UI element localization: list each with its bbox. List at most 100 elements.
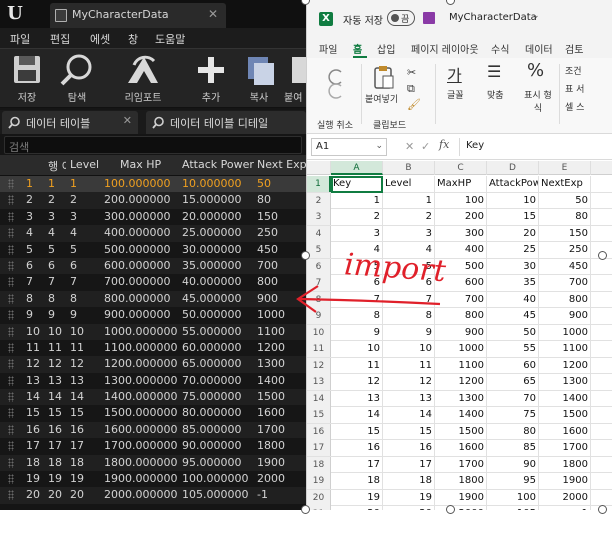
column-header-a[interactable]: A — [331, 161, 383, 175]
table-cell[interactable]: 45 — [487, 308, 539, 324]
table-cell[interactable]: 8 — [383, 308, 435, 324]
conditional-format-button[interactable]: 조건 — [565, 64, 582, 77]
font-icon[interactable]: 가 — [447, 62, 462, 86]
table-cell[interactable]: Key — [331, 176, 383, 192]
column-header-d[interactable]: D — [487, 161, 539, 175]
row-header[interactable]: 20 — [307, 489, 331, 506]
table-cell[interactable]: 1700 — [539, 440, 591, 456]
drag-handle-icon[interactable] — [8, 293, 14, 304]
save-button[interactable]: 저장 — [2, 53, 52, 105]
table-row[interactable]: 6 6 6 600.000000 35.000000 700 — [0, 257, 306, 275]
table-cell[interactable]: 800 — [539, 291, 591, 308]
row-header[interactable]: 1 — [307, 176, 331, 192]
table-cell[interactable]: 700 — [435, 291, 487, 308]
row-header[interactable]: 15 — [307, 407, 331, 423]
table-cell[interactable]: 100 — [435, 192, 487, 209]
table-cell[interactable]: 1900 — [539, 473, 591, 489]
table-cell[interactable]: 35 — [487, 275, 539, 291]
column-header-max-hp[interactable]: Max HP — [120, 158, 161, 171]
formula-input[interactable]: Key — [459, 138, 609, 156]
table-cell[interactable]: 1200 — [435, 374, 487, 390]
table-cell[interactable]: 1600 — [435, 440, 487, 456]
table-cell[interactable]: 15 — [487, 209, 539, 225]
table-cell[interactable]: 1000 — [539, 324, 591, 341]
table-cell[interactable]: 3 — [331, 225, 383, 242]
table-cell[interactable]: 16 — [331, 440, 383, 456]
table-row[interactable]: 17 17 17 1700.000000 90.000000 1800 — [0, 438, 306, 455]
table-row[interactable]: 4 4 4 400.000000 25.000000 250 — [0, 225, 306, 242]
table-cell[interactable]: 1 — [331, 192, 383, 209]
row-header[interactable]: 13 — [307, 374, 331, 390]
table-cell[interactable]: 9 — [331, 324, 383, 341]
table-cell[interactable]: 10 — [487, 192, 539, 209]
table-cell[interactable]: 2 — [383, 209, 435, 225]
drag-handle-icon[interactable] — [8, 228, 14, 239]
table-cell[interactable]: 19 — [383, 489, 435, 506]
paste-button[interactable]: 붙여 — [278, 53, 306, 105]
tab-file[interactable]: 파일 — [319, 41, 337, 56]
search-input[interactable]: 검색 — [4, 136, 302, 154]
table-cell[interactable]: 8 — [331, 308, 383, 324]
column-header-c[interactable]: C — [435, 161, 487, 175]
table-cell[interactable]: 40 — [487, 291, 539, 308]
table-cell[interactable]: MaxHP — [435, 176, 487, 192]
chevron-down-icon[interactable]: ⌄ — [532, 11, 540, 21]
autosave-toggle[interactable]: 끔 — [387, 10, 415, 26]
table-cell[interactable]: 900 — [435, 324, 487, 341]
table-cell[interactable]: 1300 — [539, 374, 591, 390]
drag-handle-icon[interactable] — [8, 375, 14, 386]
table-cell[interactable]: 80 — [487, 423, 539, 440]
drag-handle-icon[interactable] — [8, 211, 14, 222]
table-cell[interactable]: 1100 — [539, 341, 591, 357]
save-icon[interactable] — [423, 12, 435, 24]
table-cell[interactable]: 100 — [487, 489, 539, 506]
table-cell[interactable]: 14 — [331, 407, 383, 423]
row-header[interactable]: 5 — [307, 242, 331, 258]
table-cell[interactable]: 800 — [435, 308, 487, 324]
asset-tab[interactable]: MyCharacterData ✕ — [50, 3, 226, 28]
menu-file[interactable]: 파일 — [10, 31, 30, 47]
cell-styles-button[interactable]: 셀 스 — [565, 100, 584, 113]
table-cell[interactable]: 1700 — [435, 456, 487, 473]
table-row[interactable]: 9 9 9 900.000000 50.000000 1000 — [0, 307, 306, 324]
drag-handle-icon[interactable] — [8, 277, 14, 288]
drag-handle-icon[interactable] — [8, 490, 14, 501]
column-header-b[interactable]: B — [383, 161, 435, 175]
table-row[interactable]: 19 19 19 1900.000000 100.000000 2000 — [0, 471, 306, 488]
table-cell[interactable]: 12 — [331, 374, 383, 390]
table-cell[interactable]: 95 — [487, 473, 539, 489]
table-row[interactable]: 16 16 16 1600.000000 85.000000 1700 — [0, 421, 306, 439]
align-label[interactable]: 맞춤 — [487, 88, 504, 101]
table-cell[interactable]: 19 — [331, 489, 383, 506]
table-row[interactable]: 15 15 15 1500.000000 80.000000 1600 — [0, 405, 306, 422]
table-cell[interactable]: 15 — [383, 423, 435, 440]
table-row[interactable]: 11 11 11 1100.000000 60.000000 1200 — [0, 339, 306, 357]
row-header[interactable]: 7 — [307, 275, 331, 291]
drag-handle-icon[interactable] — [8, 260, 14, 271]
row-header[interactable]: 4 — [307, 225, 331, 242]
table-cell[interactable]: 6 — [383, 275, 435, 291]
table-cell[interactable]: 5 — [331, 258, 383, 275]
drag-handle-icon[interactable] — [8, 310, 14, 321]
row-header[interactable]: 11 — [307, 341, 331, 357]
table-row[interactable]: 2 2 2 200.000000 15.000000 80 — [0, 192, 306, 209]
table-cell[interactable]: 50 — [539, 192, 591, 209]
confirm-icon[interactable]: ✓ — [421, 140, 430, 153]
drag-handle-icon[interactable] — [8, 179, 14, 189]
column-header-row-name[interactable]: 행 이름 — [48, 158, 66, 174]
close-icon[interactable]: ✕ — [123, 114, 132, 127]
column-header-next-exp[interactable]: Next Exp — [257, 158, 306, 171]
chevron-down-icon[interactable]: ⌄ — [375, 141, 383, 151]
menu-asset[interactable]: 에셋 — [90, 31, 110, 47]
table-cell[interactable]: 13 — [383, 390, 435, 407]
table-cell[interactable]: 600 — [435, 275, 487, 291]
table-cell[interactable]: 4 — [331, 242, 383, 258]
table-cell[interactable]: 20 — [383, 506, 435, 510]
table-cell[interactable]: 5 — [383, 258, 435, 275]
row-header[interactable]: 3 — [307, 209, 331, 225]
column-header-attack-power[interactable]: Attack Power — [182, 158, 254, 171]
tab-data[interactable]: 데이터 — [525, 41, 553, 56]
format-as-table-button[interactable]: 표 서 — [565, 82, 584, 95]
cut-icon[interactable]: ✂ — [407, 66, 416, 79]
number-format-label[interactable]: 표시 형식 — [521, 88, 555, 114]
